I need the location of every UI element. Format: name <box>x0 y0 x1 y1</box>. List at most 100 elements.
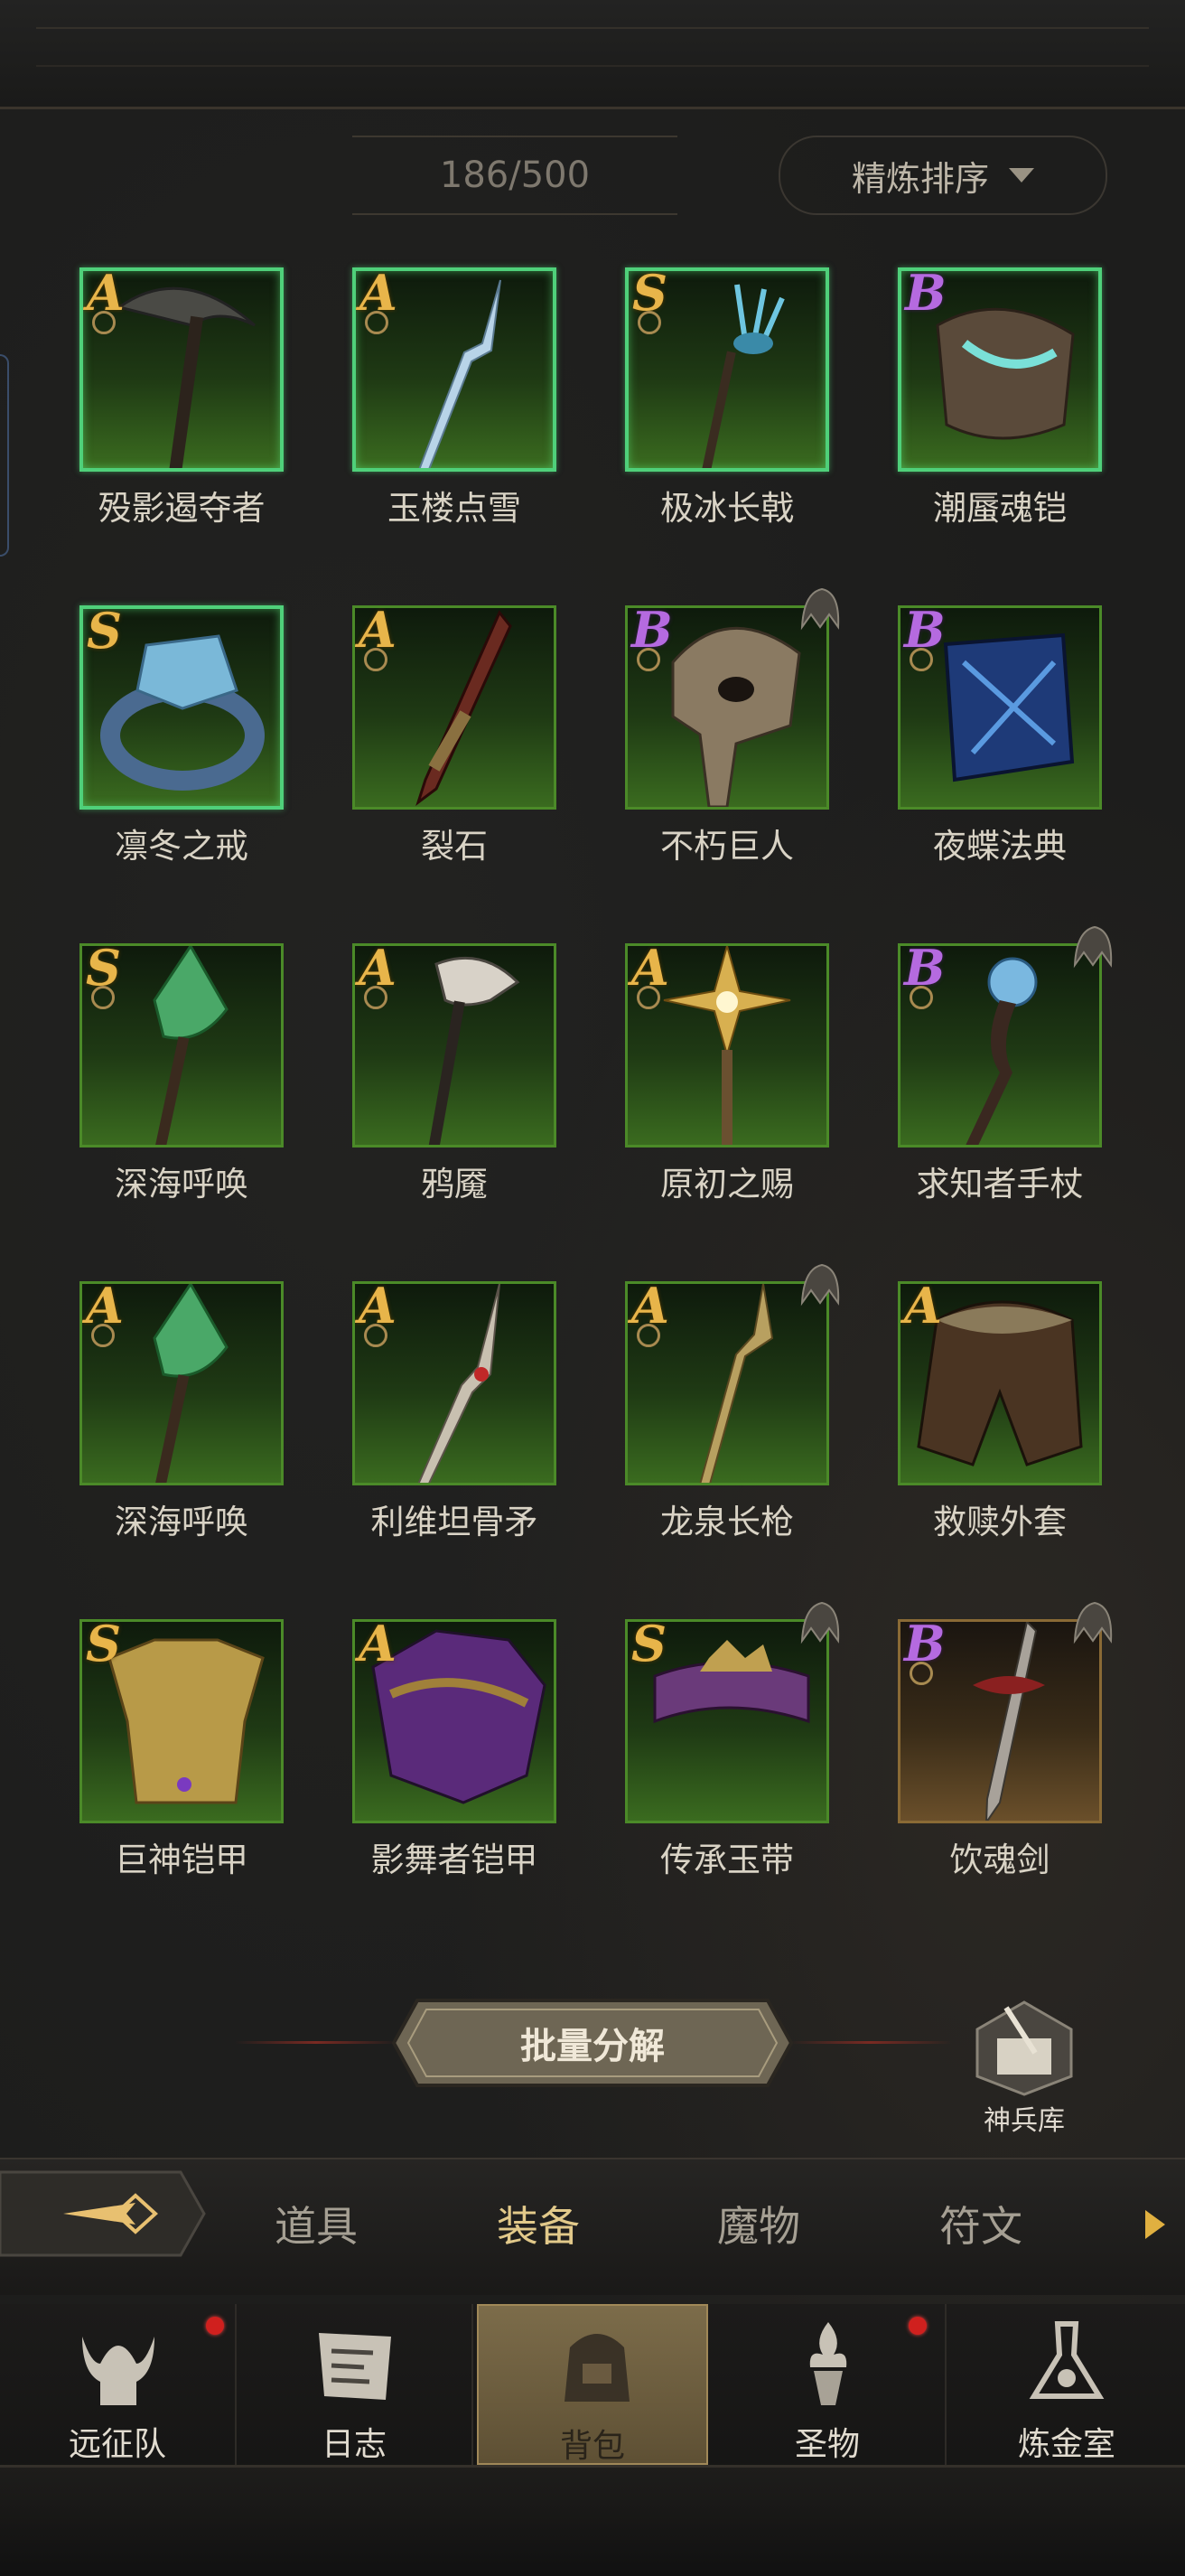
select-circle-icon[interactable] <box>91 986 115 1009</box>
item-slot[interactable]: S 传承玉带 <box>625 1601 840 1879</box>
tab-equipment[interactable]: 装备 <box>497 2194 580 2253</box>
item-tile[interactable]: A <box>625 943 829 1147</box>
item-slot[interactable]: B 不朽巨人 <box>625 587 840 866</box>
nav-expedition[interactable]: 远征队 <box>0 2304 237 2465</box>
select-circle-icon[interactable] <box>637 648 660 671</box>
item-tile[interactable]: B <box>898 1619 1102 1823</box>
journal-scroll-icon <box>319 2333 391 2400</box>
item-name: 极冰长戟 <box>660 489 794 528</box>
item-slot[interactable]: A 利维坦骨矛 <box>352 1281 556 1541</box>
item-tile[interactable]: A <box>625 1281 829 1485</box>
sort-dropdown[interactable]: 精炼排序 <box>779 136 1107 215</box>
item-slot[interactable]: A 龙泉长枪 <box>625 1263 840 1541</box>
item-tile[interactable]: S <box>79 605 284 810</box>
select-circle-icon[interactable] <box>910 648 933 671</box>
item-name: 殁影遏夺者 <box>98 489 266 528</box>
nav-alchemy[interactable]: 炼金室 <box>948 2304 1185 2465</box>
side-pull-tab[interactable] <box>0 354 9 557</box>
item-tile[interactable]: A <box>352 267 556 472</box>
armory-book-icon <box>975 2000 1073 2096</box>
item-name: 潮蜃魂铠 <box>933 489 1067 528</box>
item-name: 鸦魇 <box>421 1165 488 1204</box>
nav-journal[interactable]: 日志 <box>237 2304 473 2465</box>
nav-backpack[interactable]: 背包 <box>477 2304 708 2465</box>
armory-button[interactable]: 神兵库 <box>970 1999 1078 2137</box>
alchemy-flask-icon <box>1029 2321 1105 2399</box>
bulk-decompose-label: 批量分解 <box>520 2026 665 2067</box>
notification-dot <box>206 2317 224 2335</box>
notification-dot <box>909 2317 927 2335</box>
item-name: 求知者手杖 <box>916 1165 1084 1204</box>
viking-helmet-icon <box>82 2337 154 2405</box>
item-tile[interactable]: S <box>625 1619 829 1823</box>
item-slot[interactable]: A 玉楼点雪 <box>352 267 556 528</box>
item-name: 夜蝶法典 <box>933 827 1067 866</box>
tabs-scroll-right-icon[interactable] <box>1145 2210 1165 2239</box>
item-tile[interactable]: B <box>898 267 1102 472</box>
tab-runes[interactable]: 符文 <box>939 2194 1022 2253</box>
select-circle-icon[interactable] <box>910 986 933 1009</box>
item-slot[interactable]: A 深海呼唤 <box>79 1281 284 1541</box>
item-slot[interactable]: S 巨神铠甲 <box>79 1619 284 1879</box>
item-name: 救赎外套 <box>933 1503 1067 1541</box>
select-circle-icon[interactable] <box>364 986 387 1009</box>
item-tile[interactable]: S <box>79 1619 284 1823</box>
tab-items[interactable]: 道具 <box>275 2194 358 2253</box>
top-decorative-frame <box>0 0 1185 109</box>
grade-badge: A <box>359 1619 397 1672</box>
item-name: 影舞者铠甲 <box>370 1841 538 1879</box>
select-circle-icon[interactable] <box>91 1324 115 1347</box>
bulk-decompose-button[interactable]: 批量分解 <box>390 1997 795 2089</box>
backpack-icon <box>565 2334 630 2402</box>
item-tile[interactable]: S <box>625 267 829 472</box>
item-slot[interactable]: B 求知者手杖 <box>898 925 1113 1204</box>
item-tile[interactable]: A <box>352 1619 556 1823</box>
item-tile[interactable]: A <box>898 1281 1102 1485</box>
item-name: 玉楼点雪 <box>387 489 521 528</box>
sort-label: 精炼排序 <box>851 158 989 199</box>
item-slot[interactable]: A 鸦魇 <box>352 943 556 1204</box>
item-name: 不朽巨人 <box>660 827 794 866</box>
item-name: 原初之赐 <box>660 1165 794 1204</box>
select-circle-icon[interactable] <box>364 1324 387 1347</box>
select-circle-icon[interactable] <box>365 311 388 334</box>
item-tile[interactable]: A <box>352 1281 556 1485</box>
select-circle-icon[interactable] <box>910 1662 933 1685</box>
item-tile[interactable]: B <box>625 605 829 810</box>
item-tile[interactable]: B <box>898 605 1102 810</box>
item-tile[interactable]: B <box>898 943 1102 1147</box>
select-circle-icon[interactable] <box>637 986 660 1009</box>
grade-badge: S <box>87 605 122 660</box>
item-slot[interactable]: S 深海呼唤 <box>79 943 284 1204</box>
set-mark-icon <box>1073 925 1113 969</box>
select-circle-icon[interactable] <box>638 311 661 334</box>
item-tile[interactable]: A <box>352 605 556 810</box>
item-tile[interactable]: A <box>352 943 556 1147</box>
item-slot[interactable]: B 潮蜃魂铠 <box>898 267 1102 528</box>
item-slot[interactable]: A 原初之赐 <box>625 943 829 1204</box>
select-circle-icon[interactable] <box>637 1324 660 1347</box>
tab-monsters[interactable]: 魔物 <box>717 2194 800 2253</box>
item-slot[interactable]: B 夜蝶法典 <box>898 605 1102 866</box>
item-slot[interactable]: B 饮魂剑 <box>898 1601 1113 1879</box>
inventory-capacity: 186/500 <box>352 136 677 215</box>
set-mark-icon <box>800 1601 840 1644</box>
item-slot[interactable]: A 影舞者铠甲 <box>352 1619 556 1879</box>
item-slot[interactable]: S 凛冬之戒 <box>79 605 284 866</box>
select-circle-icon[interactable] <box>92 311 116 334</box>
item-slot[interactable]: S 极冰长戟 <box>625 267 829 528</box>
item-tile[interactable]: A <box>79 1281 284 1485</box>
inventory-count: 186/500 <box>439 155 591 196</box>
grade-badge: A <box>904 1281 942 1335</box>
item-slot[interactable]: A 裂石 <box>352 605 556 866</box>
bottom-decorative-frame <box>0 2465 1185 2576</box>
grade-badge: S <box>631 1619 667 1672</box>
select-circle-icon[interactable] <box>364 648 387 671</box>
item-slot[interactable]: A 殁影遏夺者 <box>79 267 284 528</box>
back-arrow-icon[interactable] <box>0 2167 208 2261</box>
item-name: 龙泉长枪 <box>660 1503 794 1541</box>
set-mark-icon <box>1073 1601 1113 1644</box>
item-tile[interactable]: A <box>79 267 284 472</box>
item-slot[interactable]: A 救赎外套 <box>898 1281 1102 1541</box>
item-tile[interactable]: S <box>79 943 284 1147</box>
